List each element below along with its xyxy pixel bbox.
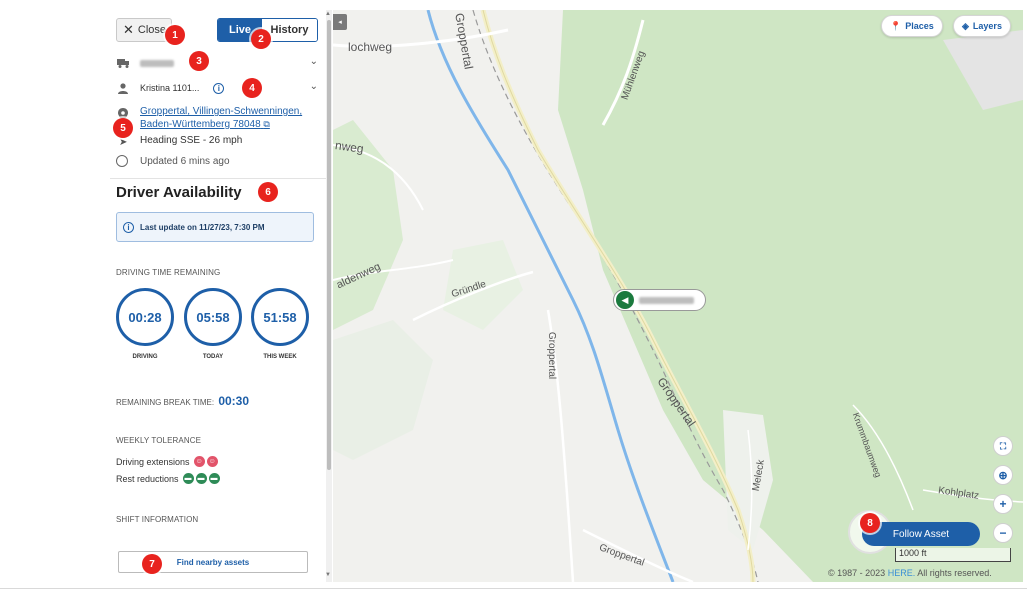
crosshair-icon: ⊕ [998, 469, 1008, 482]
rest-reduction-icon: ▬ [182, 473, 194, 484]
scrollbar-thumb[interactable] [327, 20, 331, 470]
road-label: Groppertal [546, 331, 558, 380]
timer-today: 05:58 [184, 288, 242, 346]
driver-name: Kristina 1101... [140, 83, 200, 93]
address-text: Groppertal, Villingen-Schwenningen, Bade… [140, 106, 303, 130]
last-update-text: Last update on 11/27/23, 7:30 PM [140, 222, 265, 232]
close-button[interactable]: ✕ Close [116, 18, 172, 42]
rest-reductions-label: Rest reductions [116, 473, 179, 484]
timer-this-week-label: THIS WEEK [263, 354, 297, 360]
driving-extension-icon: ☺ [193, 456, 205, 467]
panel-scrollbar[interactable] [326, 10, 332, 582]
timer-today-label: TODAY [202, 354, 224, 360]
updated-time: Updated 6 mins ago [140, 156, 230, 167]
driving-extensions-row: Driving extensions ☺ ☺ [116, 456, 218, 467]
driving-time-remaining-label: DRIVING TIME REMAINING [116, 268, 221, 277]
annotation-badge: 3 [189, 51, 209, 71]
zoom-out-button[interactable]: − [993, 523, 1013, 543]
driver-row[interactable]: Kristina 1101... i ⌄ [116, 81, 318, 95]
annotation-badge: 5 [113, 118, 133, 138]
minus-icon: − [999, 526, 1007, 540]
break-label: REMAINING BREAK TIME: [116, 398, 215, 407]
bottom-divider [0, 588, 1027, 589]
weekly-tolerance-label: WEEKLY TOLERANCE [116, 436, 202, 445]
shift-information-label: SHIFT INFORMATION [116, 515, 199, 524]
copyright-suffix: All rights reserved. [917, 568, 992, 578]
copyright-brand-link[interactable]: HERE. [888, 568, 916, 578]
annotation-badge: 2 [251, 29, 271, 49]
map-scale: 1000 ft [895, 548, 1011, 562]
map-copyright: © 1987 - 2023 HERE. All rights reserved. [828, 568, 992, 578]
follow-asset-button[interactable]: Follow Asset [862, 522, 980, 546]
timer-this-week: 51:58 [251, 288, 309, 346]
heading-speed: Heading SSE - 26 mph [140, 135, 243, 146]
heading-arrow-icon: ➤ [119, 137, 128, 148]
place-pin-icon: 📍 [890, 20, 902, 31]
annotation-badge: 6 [258, 182, 278, 202]
layers-label: Layers [972, 21, 1002, 31]
zoom-in-button[interactable]: + [993, 494, 1013, 514]
chevron-down-icon[interactable]: ⌄ [310, 56, 318, 67]
annotation-badge: 4 [242, 78, 262, 98]
fullscreen-button[interactable]: ⛶ [993, 436, 1013, 456]
timer-driving: 00:28 [116, 288, 174, 346]
divider [110, 178, 331, 179]
copyright-prefix: © 1987 - 2023 [828, 568, 886, 578]
annotation-badge: 7 [142, 554, 162, 574]
external-link-icon: ⧉ [263, 119, 270, 129]
layers-button[interactable]: ◈ Layers [953, 15, 1011, 37]
fullscreen-icon: ⛶ [999, 440, 1007, 451]
vehicle-row[interactable]: ⌄ [116, 56, 318, 70]
asset-marker[interactable]: ◀ [613, 289, 706, 311]
chevron-down-icon[interactable]: ⌄ [310, 81, 318, 92]
driver-availability-title: Driver Availability [116, 184, 242, 201]
vehicle-name-redacted [140, 59, 174, 67]
places-label: Places [905, 21, 934, 31]
location-address-link[interactable]: Groppertal, Villingen-Schwenningen, Bade… [140, 105, 320, 131]
asset-name-redacted [639, 296, 694, 304]
info-icon[interactable]: i [213, 82, 225, 94]
annotation-badge: 1 [165, 25, 185, 45]
timer-driving-label: DRIVING [132, 354, 158, 360]
driving-extensions-label: Driving extensions [116, 456, 190, 467]
asset-detail-panel: ✕ Close Live History ⌄ Kristina 1101... … [110, 10, 332, 582]
close-icon: ✕ [123, 22, 134, 37]
close-label: Close [137, 24, 167, 36]
chevron-left-icon: ◂ [338, 19, 342, 26]
locate-button[interactable]: ⊕ [993, 465, 1013, 485]
layers-icon: ◈ [962, 20, 969, 31]
app-window: ✕ Close Live History ⌄ Kristina 1101... … [0, 0, 1027, 596]
road-label: lochweg [348, 40, 393, 54]
last-update-box: i Last update on 11/27/23, 7:30 PM [116, 212, 314, 242]
rest-reductions-row: Rest reductions ▬ ▬ ▬ [116, 473, 220, 484]
direction-arrow-icon: ◀ [616, 291, 634, 309]
collapse-panel-button[interactable]: ◂ [333, 14, 347, 30]
person-icon [116, 81, 130, 95]
remaining-break-time: REMAINING BREAK TIME: 00:30 [116, 394, 249, 408]
places-button[interactable]: 📍 Places [881, 15, 943, 37]
timer-group: 00:28 DRIVING 05:58 TODAY 51:58 THIS WEE… [116, 288, 316, 378]
info-icon: i [123, 221, 134, 233]
annotation-badge: 8 [860, 513, 880, 533]
scroll-down-icon[interactable]: ▼ [325, 572, 331, 578]
scroll-up-icon[interactable]: ▲ [325, 11, 331, 17]
panel-topbar: ✕ Close Live History [110, 10, 331, 50]
clock-icon [116, 155, 128, 167]
rest-reduction-icon: ▬ [208, 473, 220, 484]
truck-icon [116, 56, 130, 70]
plus-icon: + [999, 497, 1007, 511]
rest-reduction-icon: ▬ [195, 473, 207, 484]
driving-extension-icon: ☺ [206, 456, 218, 467]
break-value: 00:30 [218, 394, 250, 408]
